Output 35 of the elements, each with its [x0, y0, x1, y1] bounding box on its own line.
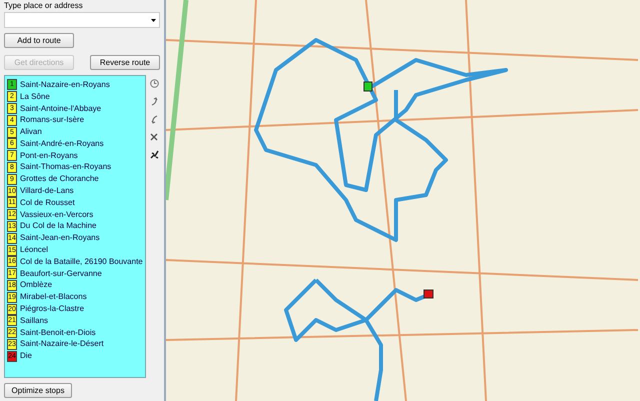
search-label: Type place or address: [4, 1, 84, 10]
stop-name[interactable]: Saint-Benoit-en-Diois: [20, 326, 96, 339]
stop-name[interactable]: Col de la Bataille, 26190 Bouvante: [20, 256, 143, 268]
optimize-stops-button[interactable]: Optimize stops: [4, 383, 72, 398]
stop-name[interactable]: Villard-de-Lans: [20, 185, 74, 198]
stop-name[interactable]: Vassieux-en-Vercors: [20, 208, 94, 221]
clock-icon[interactable]: [150, 79, 159, 88]
curved-arrow-icon[interactable]: [150, 115, 158, 124]
stop-name[interactable]: Saint-André-en-Royans: [20, 138, 104, 150]
stop-name[interactable]: Du Col de la Machine: [20, 220, 96, 232]
stop-name[interactable]: Saint-Antoine-l'Abbaye: [20, 102, 102, 114]
route-icon[interactable]: [150, 150, 159, 159]
dropdown-arrow-icon[interactable]: [151, 18, 156, 22]
map-drawing[interactable]: [166, 0, 638, 401]
stop-name[interactable]: Col de Rousset: [20, 196, 75, 209]
reverse-route-button[interactable]: Reverse route: [90, 55, 160, 70]
stop-name[interactable]: Romans-sur-Isère: [20, 114, 84, 126]
curved-arrow-icon[interactable]: [150, 97, 158, 106]
stop-name[interactable]: Mirabel-et-Blacons: [20, 291, 87, 304]
stop-name[interactable]: Die: [20, 350, 32, 362]
stop-name[interactable]: Alivan: [20, 126, 42, 138]
stop-name[interactable]: Saint-Nazaire-en-Royans: [20, 78, 110, 91]
stop-name[interactable]: Saillans: [20, 314, 48, 327]
stop-name[interactable]: Pont-en-Royans: [20, 150, 78, 162]
stop-name[interactable]: Saint-Jean-en-Royans: [20, 232, 100, 244]
stop-name[interactable]: Piégros-la-Clastre: [20, 303, 84, 316]
stop-name[interactable]: La Sône: [20, 90, 50, 103]
stop-name[interactable]: Omblèze: [20, 279, 52, 292]
close-icon[interactable]: [150, 133, 158, 141]
stop-name[interactable]: Grottes de Choranche: [20, 173, 99, 186]
add-to-route-button[interactable]: Add to route: [4, 33, 74, 48]
stop-name[interactable]: Beaufort-sur-Gervanne: [20, 268, 102, 280]
stop-name[interactable]: Saint-Thomas-en-Royans: [20, 161, 112, 174]
stop-name[interactable]: Léoncel: [20, 244, 48, 256]
stop-name[interactable]: Saint-Nazaire-le-Désert: [20, 338, 104, 350]
